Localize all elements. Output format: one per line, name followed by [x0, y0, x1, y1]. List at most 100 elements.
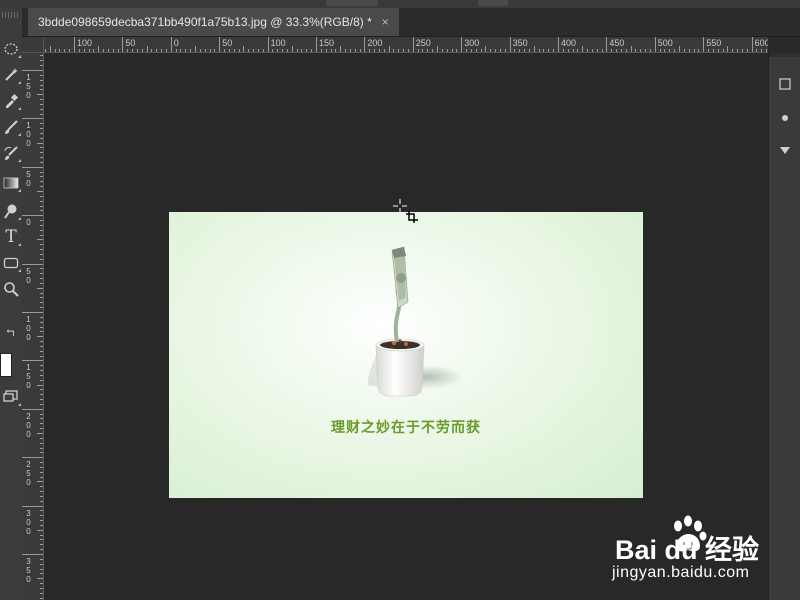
- ruler-tick: [751, 37, 753, 52]
- ruler-tick: [422, 49, 424, 52]
- horizontal-ruler-label: 250: [415, 38, 431, 48]
- ruler-tick: [40, 99, 43, 101]
- ruler-tick: [490, 49, 492, 52]
- ruler-tick: [374, 49, 376, 52]
- ruler-tick: [40, 229, 43, 231]
- ruler-tick: [40, 171, 43, 173]
- ruler-tick: [282, 49, 284, 52]
- horizontal-ruler-label: 550: [706, 38, 722, 48]
- ruler-tick: [345, 49, 347, 52]
- ruler-tick: [495, 49, 497, 52]
- foreground-color-swatch[interactable]: [0, 353, 12, 377]
- ruler-tick: [538, 49, 540, 52]
- ruler-tick: [253, 49, 255, 52]
- dodge-tool[interactable]: [0, 200, 22, 222]
- brush-tool[interactable]: [0, 116, 22, 138]
- magic-wand-tool[interactable]: [0, 64, 22, 86]
- ruler-tick: [727, 46, 729, 52]
- ruler-tick: [40, 539, 43, 541]
- ruler-tick: [103, 49, 105, 52]
- ruler-tick: [596, 49, 598, 52]
- ruler-tick: [40, 103, 43, 105]
- history-icon: [779, 78, 791, 90]
- document-canvas-image[interactable]: 理财之妙在于不劳而获: [169, 212, 643, 498]
- type-tool[interactable]: T: [0, 226, 22, 248]
- ruler-tick: [40, 476, 43, 478]
- brush-icon: [5, 120, 18, 134]
- ruler-tick: [40, 563, 43, 565]
- ruler-tick: [262, 49, 264, 52]
- ruler-tick: [37, 142, 43, 144]
- ruler-tick: [37, 433, 43, 434]
- properties-panel-button[interactable]: [769, 107, 800, 129]
- ruler-tick: [325, 49, 327, 52]
- history-brush-tool[interactable]: [0, 142, 22, 164]
- ruler-tick: [746, 49, 748, 52]
- tools-panel: T: [0, 8, 23, 600]
- swap-arrows-icon: [6, 329, 14, 337]
- ruler-tick: [616, 49, 618, 52]
- type-icon: T: [5, 227, 17, 247]
- ruler-tick: [40, 549, 43, 551]
- rectangle-shape-tool[interactable]: [0, 252, 22, 274]
- ruler-tick: [199, 49, 201, 52]
- ruler-tick: [519, 49, 521, 52]
- ruler-tick: [40, 268, 43, 270]
- ruler-tick: [214, 49, 216, 52]
- ruler-tick: [649, 49, 651, 52]
- vertical-ruler-label: 200: [26, 411, 31, 439]
- horizontal-ruler[interactable]: 100 50 0 50 100 150 200 250 300 350 400 450 500 550 60…: [44, 37, 768, 53]
- ruler-tick: [528, 49, 530, 52]
- ruler-tick: [37, 529, 43, 531]
- vertical-ruler-label: 100: [26, 121, 31, 149]
- ruler-tick: [316, 37, 317, 52]
- adjustments-panel-button[interactable]: [769, 139, 800, 161]
- ruler-tick: [441, 49, 443, 52]
- ruler-tick: [611, 49, 613, 52]
- vertical-ruler-label: 250: [26, 460, 31, 488]
- gradient-tool[interactable]: [0, 172, 22, 194]
- elliptical-marquee-tool[interactable]: [0, 38, 22, 60]
- history-panel-button[interactable]: [769, 73, 800, 95]
- ruler-tick: [40, 205, 43, 207]
- ruler-tick: [64, 49, 66, 52]
- ruler-origin[interactable]: [22, 37, 44, 53]
- vertical-ruler-label: 150: [26, 73, 31, 100]
- panel-grip[interactable]: [2, 12, 20, 18]
- zoom-tool[interactable]: [0, 278, 22, 300]
- vertical-ruler[interactable]: 150100500501001502002503003504: [22, 53, 44, 600]
- ruler-tick: [40, 161, 43, 163]
- document-tab[interactable]: 3bdde098659decba371bb490f1a75b13.jpg @ 3…: [28, 8, 399, 36]
- ruler-tick: [703, 37, 705, 52]
- close-icon[interactable]: ×: [382, 8, 389, 36]
- ruler-tick: [165, 49, 167, 52]
- ruler-tick: [136, 49, 138, 52]
- ruler-tick: [741, 49, 743, 52]
- screen-mode-button[interactable]: [0, 386, 22, 408]
- top-strip-control[interactable]: [478, 0, 508, 6]
- rectangle-shape-icon: [3, 257, 19, 269]
- ruler-tick: [257, 49, 259, 52]
- horizontal-ruler-label: 150: [319, 38, 335, 48]
- ruler-tick: [54, 49, 56, 52]
- ruler-tick: [37, 578, 43, 580]
- eyedropper-tool[interactable]: [0, 90, 22, 112]
- ruler-tick: [383, 49, 385, 52]
- ruler-tick: [22, 554, 43, 555]
- ruler-tick: [412, 37, 414, 52]
- ruler-tick: [180, 49, 182, 52]
- horizontal-ruler-label: 500: [657, 38, 673, 48]
- swap-colors-button[interactable]: [0, 326, 22, 340]
- ruler-tick: [349, 49, 351, 52]
- ruler-tick: [40, 60, 43, 62]
- ruler-tick: [40, 466, 43, 468]
- ruler-tick: [238, 49, 240, 52]
- elliptical-marquee-icon: [4, 43, 18, 55]
- ruler-tick: [640, 49, 642, 52]
- ruler-tick: [37, 287, 43, 289]
- top-strip-control[interactable]: [326, 0, 378, 6]
- ruler-tick: [40, 355, 43, 357]
- ruler-tick: [40, 282, 43, 284]
- ruler-tick: [22, 118, 43, 120]
- horizontal-ruler-label: 350: [512, 38, 528, 48]
